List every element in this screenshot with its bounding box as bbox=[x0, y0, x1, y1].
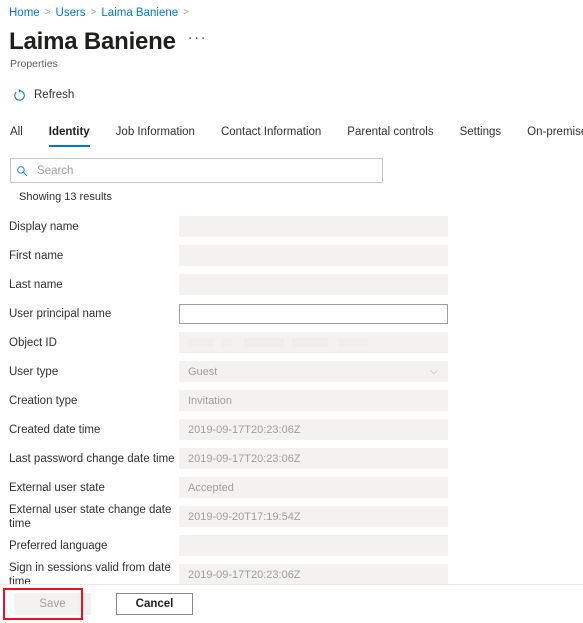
field-value-text: 2019-09-17T20:23:06Z bbox=[188, 568, 301, 581]
field-value-text: Guest bbox=[188, 365, 218, 378]
field-preferred-language bbox=[179, 535, 448, 556]
breadcrumb: Home > Users > Laima Baniene > bbox=[0, 0, 583, 21]
search-input[interactable] bbox=[33, 164, 382, 177]
breadcrumb-item-1[interactable]: Users bbox=[56, 6, 86, 20]
form-row-created-date-time: Created date time 2019-09-17T20:23:06Z bbox=[0, 415, 583, 444]
results-count: Showing 13 results bbox=[19, 191, 112, 203]
label-object-id: Object ID bbox=[9, 336, 57, 349]
properties-form: Display name First name Last name User prin… bbox=[0, 203, 583, 589]
form-row-preferred-language: Preferred language bbox=[0, 531, 583, 560]
field-external-user-state-change-date-time: 2019-09-20T17:19:54Z bbox=[179, 506, 448, 527]
breadcrumb-separator: > bbox=[90, 7, 97, 18]
field-value-text: Invitation bbox=[188, 394, 233, 407]
breadcrumb-separator: > bbox=[44, 7, 51, 18]
page-title: Laima Baniene bbox=[9, 28, 176, 55]
label-external-user-state: External user state bbox=[9, 481, 105, 494]
tab-all[interactable]: All bbox=[10, 126, 23, 147]
field-value-text: 2019-09-17T20:23:06Z bbox=[188, 452, 301, 465]
label-first-name: First name bbox=[9, 249, 64, 262]
footer-action-bar: Save Cancel bbox=[0, 585, 583, 623]
more-options-icon[interactable]: ··· bbox=[188, 30, 207, 50]
field-object-id bbox=[179, 332, 448, 353]
field-last-password-change-date-time: 2019-09-17T20:23:06Z bbox=[179, 448, 448, 469]
save-button[interactable]: Save bbox=[14, 593, 91, 615]
breadcrumb-item-2[interactable]: Laima Baniene bbox=[101, 6, 178, 20]
refresh-label: Refresh bbox=[34, 89, 75, 101]
label-last-name: Last name bbox=[9, 278, 63, 291]
chevron-down-icon bbox=[429, 367, 439, 377]
tab-on-premises[interactable]: On-premises bbox=[527, 126, 583, 147]
page-subtitle: Properties bbox=[10, 58, 58, 70]
tab-identity[interactable]: Identity bbox=[48, 126, 90, 147]
field-created-date-time: 2019-09-17T20:23:06Z bbox=[179, 419, 448, 440]
field-display-name bbox=[179, 216, 448, 237]
label-user-type: User type bbox=[9, 365, 59, 378]
tab-contact-information[interactable]: Contact Information bbox=[221, 126, 321, 147]
search-box[interactable] bbox=[10, 158, 383, 183]
field-value-text: 2019-09-20T17:19:54Z bbox=[188, 510, 301, 523]
form-row-object-id: Object ID bbox=[0, 328, 583, 357]
field-creation-type: Invitation bbox=[179, 390, 448, 411]
label-external-user-state-change-date-time: External user state change date time bbox=[9, 503, 172, 530]
form-row-creation-type: Creation type Invitation bbox=[0, 386, 583, 415]
tab-job-information[interactable]: Job Information bbox=[116, 126, 195, 147]
form-row-last-password-change-date-time: Last password change date time 2019-09-17… bbox=[0, 444, 583, 473]
field-first-name bbox=[179, 245, 448, 266]
breadcrumb-item-0[interactable]: Home bbox=[9, 6, 40, 20]
form-row-user-principal-name: User principal name bbox=[0, 299, 583, 328]
label-creation-type: Creation type bbox=[9, 394, 78, 407]
label-last-password-change-date-time: Last password change date time bbox=[9, 452, 175, 465]
label-user-principal-name: User principal name bbox=[9, 307, 112, 320]
form-row-last-name: Last name bbox=[0, 270, 583, 299]
tab-parental-controls[interactable]: Parental controls bbox=[347, 126, 433, 147]
form-row-external-user-state: External user state Accepted bbox=[0, 473, 583, 502]
search-icon bbox=[11, 165, 33, 177]
field-value-text: Accepted bbox=[188, 481, 234, 494]
field-user-principal-name[interactable] bbox=[179, 303, 448, 324]
breadcrumb-separator: > bbox=[183, 7, 189, 18]
label-created-date-time: Created date time bbox=[9, 423, 101, 436]
form-row-user-type: User type Guest bbox=[0, 357, 583, 386]
refresh-icon bbox=[12, 88, 27, 103]
tab-bar: All Identity Job Information Contact Inform… bbox=[0, 108, 583, 147]
command-bar: Refresh bbox=[0, 71, 583, 108]
form-row-external-user-state-change-date-time: External user state change date time 2019… bbox=[0, 502, 583, 531]
cancel-button[interactable]: Cancel bbox=[116, 593, 193, 615]
field-last-name bbox=[179, 274, 448, 295]
form-row-first-name: First name bbox=[0, 241, 583, 270]
tab-settings[interactable]: Settings bbox=[460, 126, 502, 147]
refresh-button[interactable]: Refresh bbox=[12, 86, 78, 105]
form-row-display-name: Display name bbox=[0, 212, 583, 241]
page-title-row: Laima Baniene ··· bbox=[0, 21, 583, 56]
redacted-value bbox=[188, 338, 439, 347]
label-preferred-language: Preferred language bbox=[9, 539, 108, 552]
field-external-user-state: Accepted bbox=[179, 477, 448, 498]
field-value-text: 2019-09-17T20:23:06Z bbox=[188, 423, 301, 436]
label-display-name: Display name bbox=[9, 220, 79, 233]
field-sign-in-sessions-valid-from-date-time: 2019-09-17T20:23:06Z bbox=[179, 564, 448, 585]
field-user-type: Guest bbox=[179, 361, 448, 382]
